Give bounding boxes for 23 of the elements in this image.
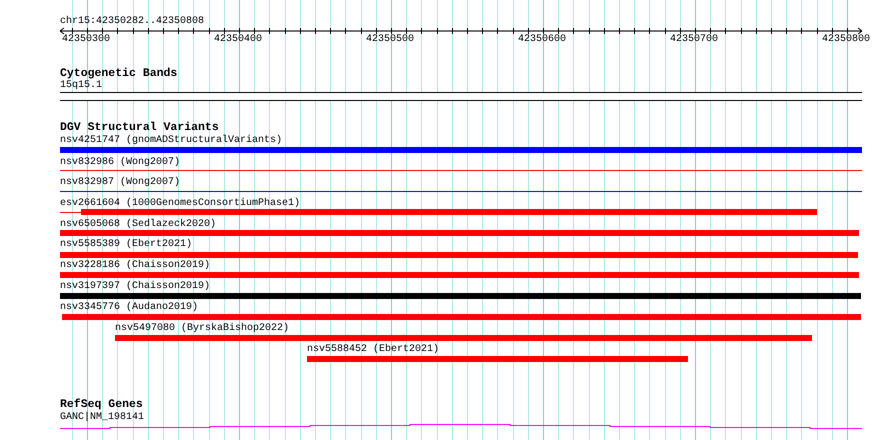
variant-label: nsv3345776 (Audano2019) xyxy=(60,302,198,313)
variant-label: nsv5585389 (Ebert2021) xyxy=(60,239,192,250)
variant-label: nsv832986 (Wong2007) xyxy=(60,157,180,168)
ruler-tick-label: 42350700 xyxy=(670,34,718,46)
variant-label: nsv5588452 (Ebert2021) xyxy=(307,344,440,355)
gene-label: GANC|NM_198141 xyxy=(60,412,144,423)
variant-label: nsv3197397 (Chaisson2019) xyxy=(60,281,210,292)
variant-label: nsv3228186 (Chaisson2019) xyxy=(60,260,210,271)
ruler-tick-label: 42350600 xyxy=(518,34,566,46)
variant-label: esv2661604 (1000GenomesConsortiumPhase1) xyxy=(60,198,300,209)
ruler-tick-label: 42350400 xyxy=(214,34,262,46)
variant-label: nsv4251747 (gnomADStructuralVariants) xyxy=(60,135,282,146)
track-title: Cytogenetic Bands xyxy=(60,68,178,80)
ruler-tick-label: 42350800 xyxy=(822,34,870,46)
variant-label: nsv6505068 (Sedlazeck2020) xyxy=(60,219,216,230)
ruler-title: chr15:42350282..42350808 xyxy=(60,16,204,28)
track-title: RefSeq Genes xyxy=(60,399,143,411)
band-label: 15q15.1 xyxy=(60,80,102,91)
ruler-tick-label: 42350300 xyxy=(62,34,110,46)
ruler-tick-label: 42350500 xyxy=(366,34,414,46)
track-title: DGV Structural Variants xyxy=(60,122,219,134)
variant-label: nsv5497080 (ByrskaBishop2022) xyxy=(115,323,290,334)
variant-label: nsv832987 (Wong2007) xyxy=(60,177,180,188)
